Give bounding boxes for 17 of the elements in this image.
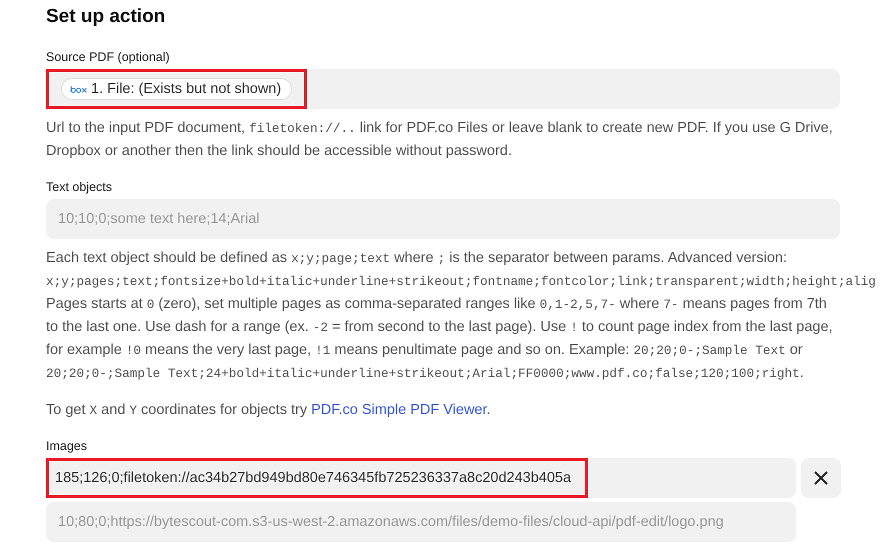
field-label: Images	[46, 439, 88, 454]
viewer-link[interactable]: PDF.co Simple PDF Viewer	[311, 402, 487, 418]
remove-button[interactable]	[801, 458, 841, 498]
help-text: Url to the input PDF document, filetoken://.. link for PDF.co Files or leave blank to create new PDF. If you use G Drive, Dropbox or another then the link should be accessible without password.	[46, 119, 834, 161]
source-field[interactable]: 1. File: (Exists but not shown)	[46, 69, 840, 109]
field-value: 185;126;0;filetoken://ac34b27bd949bd80e746345fb725236337a8c20d243b405a	[55, 470, 572, 486]
field-label: Text objects	[46, 180, 114, 195]
help-text: To get X and Y coordinates for objects try PDF.co Simple PDF Viewer.	[46, 401, 492, 420]
field-label: Source PDF (optional)	[46, 50, 171, 65]
image-input-field[interactable]: 185;126;0;filetoken://ac34b27bd949bd80e746345fb725236337a8c20d243b405a	[46, 458, 796, 498]
close-icon	[814, 471, 828, 485]
text-input-field[interactable]: 10;10;0;some text here;14;Arial	[46, 199, 840, 239]
image-input-field[interactable]: 10;80;0;https://bytescout-com.s3-us-west-2.amazonaws.com/files/demo-files/cloud-api/pdf-edit/logo.png	[46, 502, 796, 542]
file-chip[interactable]: 1. File: (Exists but not shown)	[61, 78, 292, 100]
box-logo-icon	[70, 84, 88, 94]
help-text: Each text object should be defined as x;y;page;text where ; is the separator between params. Advanced version: x;y;pages;text;fontsize+bold+italic+underline+strikeout;fontname;fontcolor;link;transparent;width;height;alig Pages starts at 0 (zero), set multiple pages as comma-separated ranges like 0,1-2,5,7- where 7- means pages from 7th to the last one. Use dash for a range (ex. -2 = from second to the last page). Use ! to count page index from the last page, for example !0 means the very last page, !1 means penultimate page and so on. Example: 20;20;0-;Sample Text or 20;20;0-;Sample Text;24+bold+italic+underline+strikeout;Arial;FF0000;www.pdf.co;false;120;100;right.	[46, 249, 877, 383]
page-title: Set up action	[46, 5, 166, 29]
